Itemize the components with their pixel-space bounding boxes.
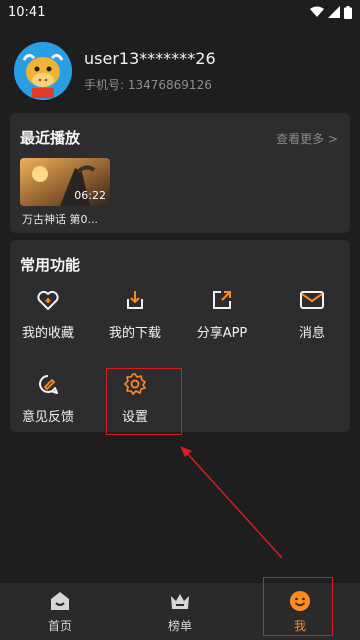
home-icon	[51, 592, 69, 610]
nav-home-label: 首页	[47, 619, 72, 633]
cow-avatar-icon	[14, 42, 72, 100]
avatar[interactable]	[14, 42, 72, 100]
video-title[interactable]: 万古神话 第0...	[22, 211, 112, 227]
status-bar: 10:41	[0, 0, 360, 24]
downloads-button[interactable]: 我的下载	[97, 288, 173, 341]
recent-play-title: 最近播放	[20, 129, 81, 147]
feedback-button[interactable]: 意见反馈	[10, 372, 86, 425]
wifi-icon	[310, 6, 324, 17]
battery-icon	[344, 5, 352, 19]
signal-icon	[328, 6, 340, 18]
share-app-button[interactable]: 分享APP	[184, 288, 260, 341]
nav-me-highlight-box	[263, 577, 333, 636]
heart-icon	[37, 290, 59, 310]
recent-video-thumbnail[interactable]: 06:22	[20, 158, 110, 206]
favorites-label: 我的收藏	[21, 326, 74, 341]
download-icon	[127, 291, 143, 309]
messages-button[interactable]: 消息	[274, 288, 350, 341]
nav-home[interactable]: 首页	[0, 583, 120, 640]
favorites-button[interactable]: 我的收藏	[10, 288, 86, 341]
feedback-icon	[39, 375, 58, 394]
mail-icon	[300, 291, 324, 309]
nav-ranking[interactable]: 榜单	[120, 583, 240, 640]
settings-highlight-box	[106, 368, 182, 435]
profile-header[interactable]: user13*******26 手机号: 13476869126	[14, 42, 216, 100]
recent-play-card: 最近播放 查看更多 > 06:22 万古神话 第0...	[10, 113, 350, 233]
see-more-link[interactable]: 查看更多 >	[276, 130, 338, 147]
username: user13*******26	[84, 49, 216, 68]
feedback-label: 意见反馈	[21, 410, 74, 425]
downloads-label: 我的下载	[108, 326, 161, 341]
phone-number: 手机号: 13476869126	[84, 78, 212, 92]
share-app-label: 分享APP	[196, 326, 248, 341]
status-icons	[310, 5, 352, 19]
video-duration: 06:22	[74, 189, 106, 202]
nav-ranking-label: 榜单	[167, 619, 192, 633]
crown-icon	[171, 594, 189, 609]
messages-label: 消息	[298, 326, 325, 341]
common-functions-title: 常用功能	[20, 256, 81, 274]
share-icon	[213, 291, 231, 309]
status-time: 10:41	[8, 4, 46, 20]
